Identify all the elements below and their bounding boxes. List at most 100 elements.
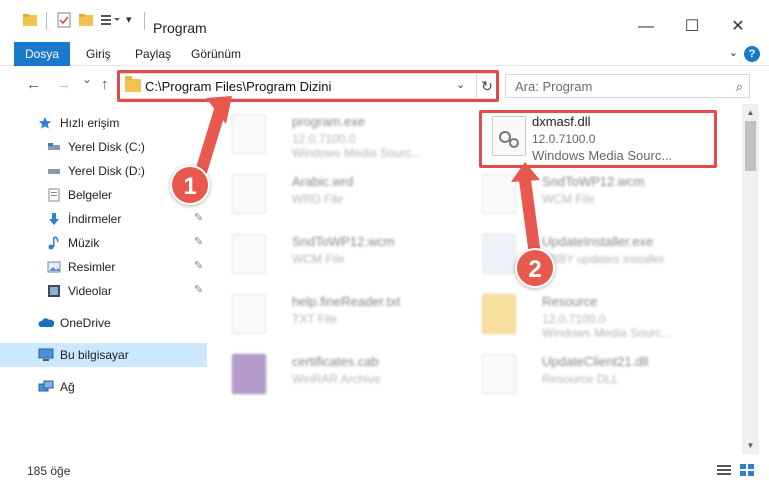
back-button[interactable]: ← [26, 76, 41, 93]
list-item[interactable]: help.fineReader.txt TXT File [222, 286, 462, 342]
file-type: WRD File [292, 192, 344, 206]
file-icon [232, 234, 266, 274]
file-type: ABBY updates installer [542, 252, 665, 266]
scroll-down-icon[interactable]: ▼ [742, 437, 759, 454]
sidebar-item-music[interactable]: Müzik ✎ [0, 231, 207, 255]
window-title: Program [153, 20, 207, 36]
list-item[interactable]: SndToWP12.wcm WCM File [222, 226, 462, 282]
scroll-up-icon[interactable]: ▲ [742, 104, 759, 121]
file-name: program.exe [292, 114, 365, 129]
sidebar-item-label: Yerel Disk (C:) [68, 140, 145, 154]
drive-icon [47, 164, 61, 178]
download-icon [47, 212, 61, 226]
sidebar-item-label: Müzik [68, 236, 100, 250]
network-icon [38, 380, 54, 394]
search-icon[interactable]: ⌕ [736, 79, 743, 95]
videos-icon [47, 284, 61, 298]
new-folder-icon[interactable] [78, 12, 94, 30]
folder-icon [22, 12, 38, 30]
sidebar-item-label: Videolar [68, 284, 112, 298]
navigation-pane: Hızlı erişim Yerel Disk (C:) Yerel Disk … [0, 106, 215, 456]
dll-file-icon [482, 354, 516, 394]
exe-file-icon [232, 114, 266, 154]
file-version: 12.0.7100.0 [292, 132, 356, 146]
sidebar-item-label: Resimler [68, 260, 116, 274]
search-input[interactable]: Ara: Program [515, 79, 592, 94]
file-type: WCM File [542, 192, 595, 206]
pin-icon[interactable]: ✎ [194, 235, 203, 248]
tab-share[interactable]: Paylaş [135, 42, 171, 66]
view-options-icon[interactable] [100, 12, 122, 30]
status-bar: 185 öğe [0, 456, 769, 493]
separator [46, 12, 48, 30]
list-item[interactable]: UpdateInstaller.exe ABBY updates install… [472, 226, 712, 282]
file-highlight [479, 110, 717, 168]
installer-icon [482, 234, 516, 274]
file-name: help.fineReader.txt [292, 294, 401, 309]
sidebar-item-label: İndirmeler [68, 212, 122, 226]
tab-file[interactable]: Dosya [14, 42, 70, 66]
documents-icon [47, 188, 61, 202]
music-icon [47, 236, 61, 250]
sidebar-item-label: Hızlı erişim [60, 116, 120, 130]
vertical-scrollbar[interactable]: ▲ ▼ [742, 104, 759, 454]
pin-icon[interactable]: ✎ [194, 283, 203, 296]
file-type: WinRAR Archive [292, 372, 381, 386]
sidebar-item-network[interactable]: Ağ [0, 375, 207, 399]
list-item[interactable]: UpdateClient21.dll Resource DLL [472, 346, 712, 402]
pin-icon[interactable]: ✎ [194, 211, 203, 224]
search-box[interactable]: Ara: Program ⌕ [505, 74, 750, 98]
separator [144, 12, 146, 30]
expand-ribbon-icon[interactable]: ⌄ [729, 46, 738, 59]
star-icon [38, 116, 52, 130]
file-name: UpdateInstaller.exe [542, 234, 654, 249]
file-name: Resource [542, 294, 598, 309]
sidebar-item-label: Ağ [60, 380, 75, 394]
file-icon [232, 174, 266, 214]
item-count: 185 öğe [27, 464, 71, 478]
pin-icon[interactable]: ✎ [194, 259, 203, 272]
file-name: UpdateClient21.dll [542, 354, 649, 369]
scroll-thumb[interactable] [745, 121, 756, 171]
sidebar-item-onedrive[interactable]: OneDrive [0, 311, 207, 335]
tiles-view-icon[interactable] [740, 464, 754, 476]
file-name: certificates.cab [292, 354, 379, 369]
sidebar-item-label: Belgeler [68, 188, 113, 202]
details-view-icon[interactable] [717, 464, 731, 476]
maximize-button[interactable]: ☐ [669, 12, 715, 42]
sidebar-item-this-pc[interactable]: Bu bilgisayar [0, 343, 207, 367]
recent-locations-button[interactable]: ⌄ [82, 72, 92, 86]
close-button[interactable]: ✕ [715, 12, 761, 42]
callout-1: 1 [170, 165, 210, 205]
tab-view[interactable]: Görünüm [191, 42, 241, 66]
file-icon [482, 174, 516, 214]
ribbon: Dosya Giriş Paylaş Görünüm ⌄ ? [0, 42, 769, 66]
up-button[interactable]: ↑ [101, 76, 109, 93]
file-version: 12.0.7100.0 [542, 312, 606, 326]
list-item[interactable]: Resource 12.0.7100.0 Windows Media Sourc… [472, 286, 712, 342]
sidebar-item-quick-access[interactable]: Hızlı erişim [0, 111, 207, 135]
minimize-button[interactable]: — [623, 12, 669, 42]
sidebar-item-videos[interactable]: Videolar ✎ [0, 279, 207, 303]
pictures-icon [47, 260, 61, 274]
sidebar-item-disk-c[interactable]: Yerel Disk (C:) [0, 135, 207, 159]
file-description: Windows Media Sourc... [542, 326, 672, 340]
file-name: Arabic.wrd [292, 174, 354, 189]
help-icon[interactable]: ? [744, 46, 760, 62]
callout-2: 2 [515, 248, 555, 288]
tab-home[interactable]: Giriş [86, 42, 111, 66]
list-item[interactable]: program.exe 12.0.7100.0 Windows Media So… [222, 106, 462, 162]
file-name: SndToWP12.wcm [542, 174, 645, 189]
list-item[interactable]: certificates.cab WinRAR Archive [222, 346, 462, 402]
list-item[interactable]: SndToWP12.wcm WCM File [472, 166, 712, 222]
sidebar-item-pictures[interactable]: Resimler ✎ [0, 255, 207, 279]
file-type: WCM File [292, 252, 345, 266]
title-bar: ▾ Program — ☐ ✕ [0, 0, 769, 42]
archive-icon [232, 354, 266, 394]
file-name: SndToWP12.wcm [292, 234, 395, 249]
customize-toolbar-icon[interactable]: ▾ [126, 12, 138, 30]
list-item[interactable]: Arabic.wrd WRD File [222, 166, 462, 222]
forward-button[interactable]: → [56, 76, 71, 93]
sidebar-item-downloads[interactable]: İndirmeler ✎ [0, 207, 207, 231]
properties-icon[interactable] [56, 12, 72, 30]
